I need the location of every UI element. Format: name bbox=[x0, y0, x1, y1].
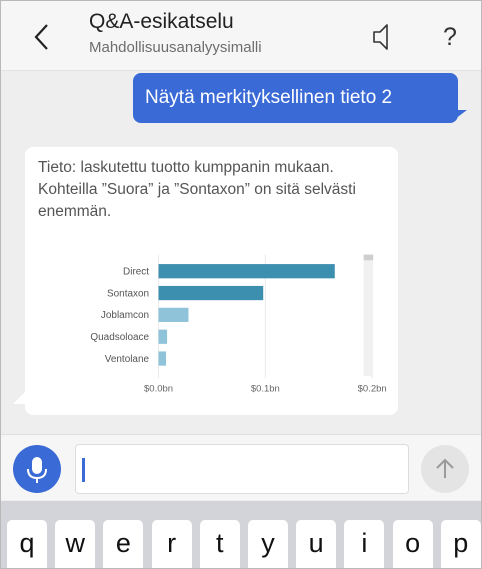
key-y[interactable]: y bbox=[248, 520, 288, 568]
key-u[interactable]: u bbox=[296, 520, 337, 568]
microphone-button[interactable] bbox=[13, 445, 61, 493]
x-tick-label: $0.2bn bbox=[358, 383, 387, 394]
chart-scrollbar-thumb[interactable] bbox=[363, 254, 374, 261]
user-message-bubble: Näytä merkityksellinen tieto 2 bbox=[133, 73, 458, 123]
on-screen-keyboard: qwertyuiop bbox=[1, 501, 481, 568]
key-t[interactable]: t bbox=[199, 520, 240, 568]
category-label: Joblamcon bbox=[101, 310, 149, 321]
key-p[interactable]: p bbox=[440, 520, 481, 568]
category-label: Ventolane bbox=[105, 354, 150, 365]
input-bar bbox=[1, 434, 481, 500]
key-o[interactable]: o bbox=[392, 520, 433, 568]
chat-area: Näytä merkityksellinen tieto 2 Tieto: la… bbox=[1, 72, 481, 434]
x-tick-label: $0.1bn bbox=[251, 383, 280, 394]
question-input[interactable] bbox=[75, 444, 409, 494]
app-frame: Q&A-esikatselu Mahdollisuusanalyysimalli… bbox=[0, 0, 482, 569]
send-button[interactable] bbox=[421, 445, 469, 493]
app-header: Q&A-esikatselu Mahdollisuusanalyysimalli… bbox=[1, 1, 481, 71]
bar-sontaxon[interactable] bbox=[158, 285, 264, 301]
help-button[interactable]: ? bbox=[437, 19, 463, 55]
text-caret bbox=[82, 458, 85, 482]
bot-message-bubble: Tieto: laskutettu tuotto kumppanin mukaa… bbox=[25, 147, 398, 415]
category-label: Direct bbox=[123, 267, 149, 278]
chevron-left-icon bbox=[34, 24, 48, 50]
key-q[interactable]: q bbox=[7, 520, 47, 568]
page-subtitle: Mahdollisuusanalyysimalli bbox=[89, 39, 262, 56]
bar-direct[interactable] bbox=[158, 264, 335, 279]
speaker-button[interactable] bbox=[369, 21, 397, 53]
category-label: Quadsoloace bbox=[90, 332, 149, 343]
key-i[interactable]: i bbox=[344, 520, 385, 568]
bar-chart-svg: $0.0bn $0.1bn $0.2bn Direct Sontaxon Joblamco… bbox=[90, 254, 387, 394]
chart-scrollbar-track[interactable] bbox=[363, 254, 374, 377]
category-label: Sontaxon bbox=[107, 288, 149, 299]
key-r[interactable]: r bbox=[151, 520, 192, 568]
speaker-icon bbox=[373, 24, 388, 50]
bot-message-text: Tieto: laskutettu tuotto kumppanin mukaa… bbox=[38, 159, 356, 220]
arrow-up-icon bbox=[436, 458, 454, 478]
bar-chart: $0.0bn $0.1bn $0.2bn Direct Sontaxon Joblamco… bbox=[55, 247, 395, 397]
x-tick-label: $0.0bn bbox=[144, 383, 173, 394]
key-w[interactable]: w bbox=[55, 520, 96, 568]
key-e[interactable]: e bbox=[103, 520, 144, 568]
bar-ventolane[interactable] bbox=[158, 351, 167, 366]
bar-joblamcon[interactable] bbox=[158, 307, 189, 322]
microphone-icon bbox=[27, 457, 47, 483]
bar-quadsoloace[interactable] bbox=[158, 329, 168, 344]
page-title: Q&A-esikatselu bbox=[89, 10, 234, 33]
back-button[interactable] bbox=[25, 17, 61, 57]
